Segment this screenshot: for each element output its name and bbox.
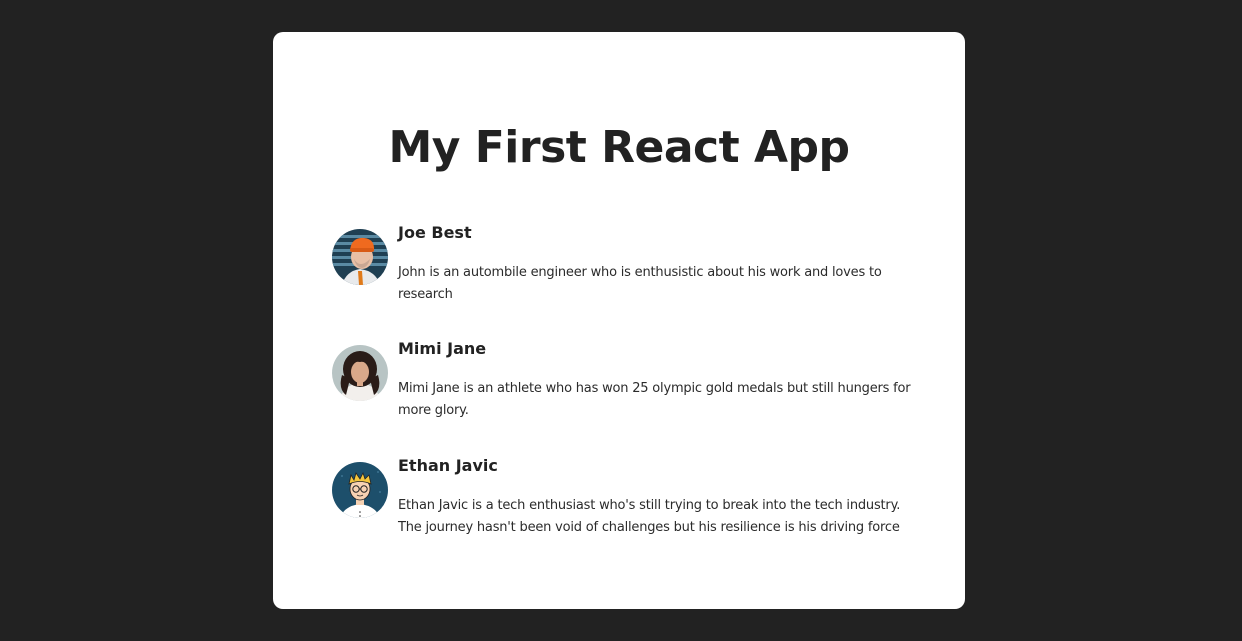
avatar — [332, 229, 388, 285]
man-orange-beanie-photo-icon — [332, 229, 388, 285]
app-card: My First React App Joe Best John is an a… — [273, 32, 965, 609]
person-name: Mimi Jane — [398, 339, 487, 358]
woman-curly-hair-photo-icon — [332, 345, 388, 401]
avatar — [332, 345, 388, 401]
cartoon-boy-glasses-illustration-icon — [332, 462, 388, 518]
person-name: Joe Best — [398, 223, 472, 242]
person-description: John is an autombile engineer who is ent… — [398, 265, 882, 302]
person-description: Mimi Jane is an athlete who has won 25 o… — [398, 381, 911, 418]
page-title: My First React App — [388, 122, 850, 173]
avatar — [332, 462, 388, 518]
person-name: Ethan Javic — [398, 456, 498, 475]
person-description: Ethan Javic is a tech enthusiast who's s… — [398, 498, 901, 535]
